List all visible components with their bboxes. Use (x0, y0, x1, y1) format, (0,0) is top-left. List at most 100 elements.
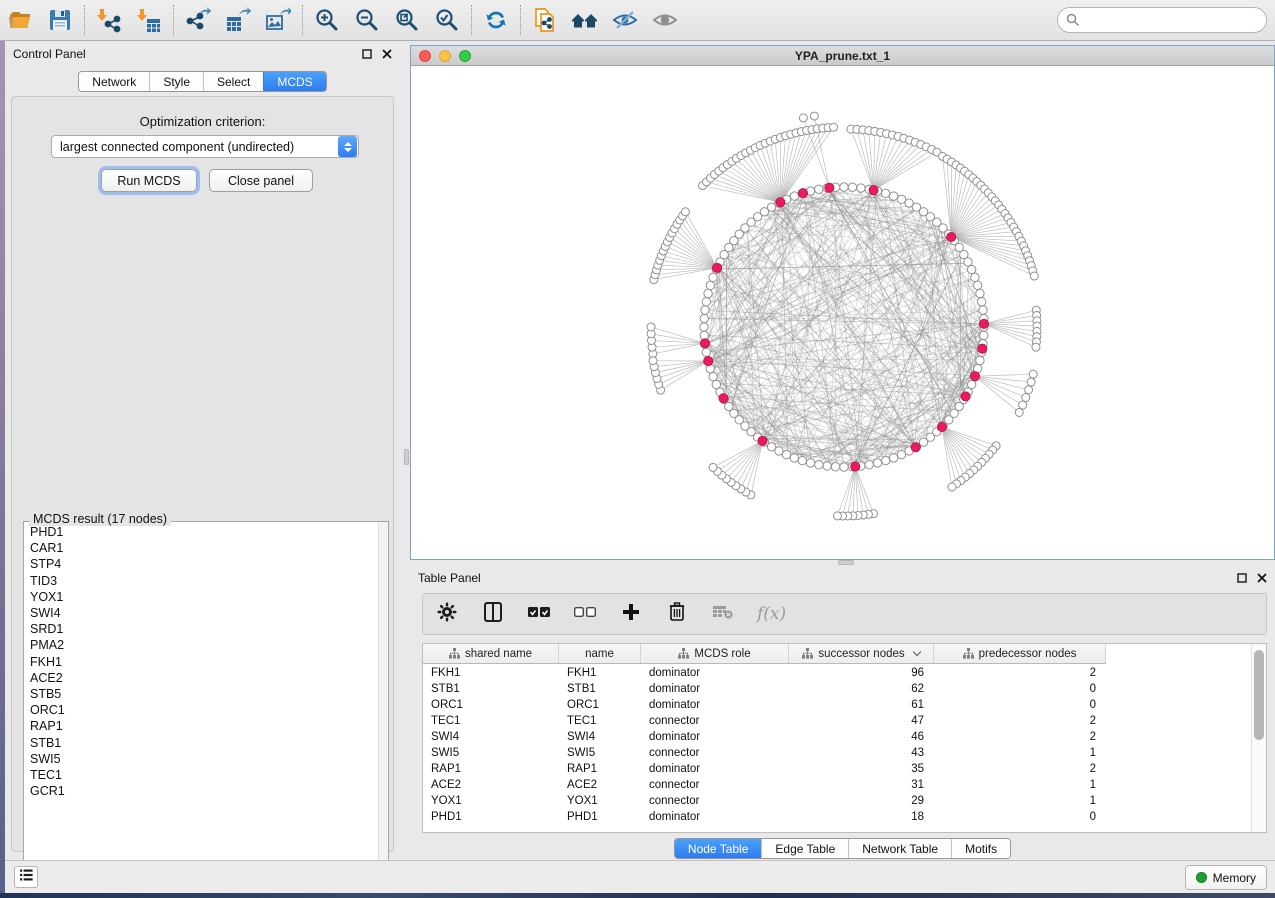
delete-table-button[interactable] (711, 602, 735, 626)
table-cell: dominator (641, 731, 789, 743)
tab-style[interactable]: Style (149, 72, 203, 91)
desktop-wallpaper-strip (0, 41, 5, 893)
memory-button[interactable]: Memory (1185, 865, 1267, 890)
zoom-out-button[interactable] (347, 3, 387, 37)
status-bar: Memory (5, 860, 1275, 893)
table-cell: ACE2 (423, 779, 559, 791)
tab-network[interactable]: Network (79, 72, 149, 91)
tab-motifs[interactable]: Motifs (951, 839, 1010, 858)
table-cell: ORC1 (559, 699, 641, 711)
close-icon[interactable] (1256, 573, 1267, 584)
select-all-button[interactable] (527, 602, 551, 626)
zoom-in-button[interactable] (307, 3, 347, 37)
export-image-button[interactable] (258, 3, 298, 37)
table-cell: RAP1 (559, 763, 641, 775)
column-header-name[interactable]: name (559, 644, 641, 663)
splitter-grip[interactable] (404, 449, 409, 465)
vertical-splitter[interactable] (403, 41, 410, 860)
tab-edge-table[interactable]: Edge Table (761, 839, 848, 858)
shared-attribute-icon (678, 648, 689, 659)
mcds-result-item[interactable]: CAR1 (30, 540, 378, 556)
table-row[interactable]: STB1STB1dominator620 (423, 681, 1252, 697)
table-row[interactable]: RAP1RAP1dominator352 (423, 761, 1252, 777)
network-graph-canvas[interactable] (411, 67, 1274, 559)
tab-node-table[interactable]: Node Table (675, 839, 762, 858)
mcds-result-item[interactable]: FKH1 (30, 654, 378, 670)
mcds-result-item[interactable]: ACE2 (30, 670, 378, 686)
table-cell: dominator (641, 683, 789, 695)
table-options-button[interactable] (435, 602, 459, 626)
column-header-label: predecessor nodes (979, 648, 1077, 660)
export-image-icon (265, 7, 291, 33)
mcds-result-item[interactable]: SWI5 (30, 751, 378, 767)
task-history-button[interactable] (14, 866, 38, 888)
mcds-result-item[interactable]: PMA2 (30, 637, 378, 653)
add-column-button[interactable] (619, 602, 643, 626)
search-icon (1066, 13, 1080, 27)
network-window-titlebar[interactable]: YPA_prune.txt_1 (411, 46, 1274, 66)
table-scrollbar[interactable] (1251, 644, 1266, 832)
show-columns-button[interactable] (481, 602, 505, 626)
clone-network-button[interactable] (525, 3, 565, 37)
scrollbar-thumb[interactable] (1254, 650, 1264, 740)
mcds-result-item[interactable]: TID3 (30, 573, 378, 589)
table-cell: YOX1 (559, 795, 641, 807)
zoom-in-icon (314, 7, 340, 33)
mcds-result-item[interactable]: ORC1 (30, 702, 378, 718)
mcds-result-item[interactable]: SWI4 (30, 605, 378, 621)
mcds-result-item[interactable]: PHD1 (30, 524, 378, 540)
table-row[interactable]: YOX1YOX1connector291 (423, 793, 1252, 809)
column-header-successor-nodes[interactable]: successor nodes (789, 644, 934, 663)
list-scrollbar[interactable] (378, 522, 388, 883)
table-row[interactable]: TEC1TEC1connector472 (423, 713, 1252, 729)
import-network-button[interactable] (89, 3, 129, 37)
function-builder-button[interactable]: f(x) (757, 604, 786, 624)
table-row[interactable]: SWI4SWI4dominator462 (423, 729, 1252, 745)
optimization-criterion-select[interactable]: largest connected component (undirected) (51, 135, 359, 158)
mcds-result-title: MCDS result (17 nodes) (29, 512, 171, 526)
close-icon[interactable] (381, 49, 392, 60)
mcds-result-item[interactable]: SRD1 (30, 621, 378, 637)
import-table-button[interactable] (129, 3, 169, 37)
mcds-result-item[interactable]: STB5 (30, 686, 378, 702)
show-all-button[interactable] (645, 3, 685, 37)
column-header-predecessor-nodes[interactable]: predecessor nodes (934, 644, 1106, 663)
first-neighbors-button[interactable] (565, 3, 605, 37)
delete-table-icon (713, 605, 733, 624)
search-input[interactable] (1084, 10, 1266, 30)
tab-select[interactable]: Select (203, 72, 263, 91)
export-network-button[interactable] (178, 3, 218, 37)
table-row[interactable]: ACE2ACE2connector311 (423, 777, 1252, 793)
mcds-result-item[interactable]: GCR1 (30, 783, 378, 799)
float-window-icon[interactable] (361, 49, 372, 60)
mcds-result-item[interactable]: RAP1 (30, 718, 378, 734)
export-table-button[interactable] (218, 3, 258, 37)
column-header-shared-name[interactable]: shared name (423, 644, 559, 663)
mcds-result-item[interactable]: STB1 (30, 735, 378, 751)
hide-selected-button[interactable] (605, 3, 645, 37)
save-session-button[interactable] (40, 3, 80, 37)
tab-mcds[interactable]: MCDS (263, 72, 325, 91)
run-mcds-button[interactable]: Run MCDS (101, 169, 197, 192)
zoom-fit-button[interactable] (387, 3, 427, 37)
table-cell: 31 (789, 779, 934, 791)
zoom-selected-button[interactable] (427, 3, 467, 37)
deselect-all-button[interactable] (573, 602, 597, 626)
table-row[interactable]: FKH1FKH1dominator962 (423, 665, 1252, 681)
apply-layout-button[interactable] (476, 3, 516, 37)
table-row[interactable]: PHD1PHD1dominator180 (423, 809, 1252, 825)
column-header-MCDS-role[interactable]: MCDS role (641, 644, 789, 663)
float-window-icon[interactable] (1236, 573, 1247, 584)
open-session-button[interactable] (0, 3, 40, 37)
mcds-result-item[interactable]: TEC1 (30, 767, 378, 783)
trash-icon (669, 602, 685, 626)
mcds-result-item[interactable]: STP4 (30, 556, 378, 572)
table-row[interactable]: SWI5SWI5connector431 (423, 745, 1252, 761)
mcds-result-item[interactable]: YOX1 (30, 589, 378, 605)
memory-label: Memory (1213, 871, 1256, 885)
delete-column-button[interactable] (665, 602, 689, 626)
tab-network-table[interactable]: Network Table (848, 839, 951, 858)
close-panel-button[interactable]: Close panel (209, 169, 313, 192)
table-cell: 0 (934, 811, 1106, 823)
table-row[interactable]: ORC1ORC1dominator610 (423, 697, 1252, 713)
